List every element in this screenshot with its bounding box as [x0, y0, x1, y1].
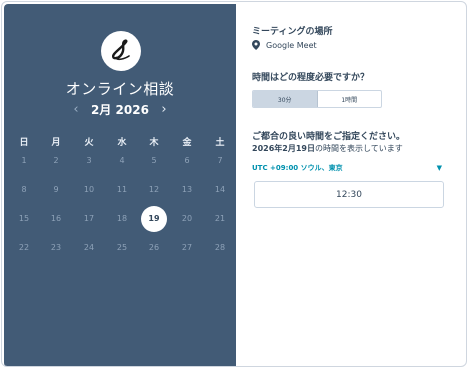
calendar-day: 7	[217, 156, 223, 165]
weekday-label: 月	[51, 138, 61, 148]
weekday-label: 水	[117, 138, 127, 148]
booking-details-panel: ミーティングの場所 Google Meet 時間はどの程度必要ですか？ 30分 …	[236, 4, 466, 366]
calendar-day: 17	[83, 214, 95, 223]
duration-option-30min[interactable]: 30分	[253, 91, 318, 107]
selected-date-suffix: の時間を表示しています	[314, 144, 403, 153]
meeting-scheduler: オンライン相談 ‹ 2月 2026 › 日月火水木金土 1 2 3 4 5 6 7 8 9 10 1…	[1, 1, 467, 367]
current-month-label: 2月 2026	[91, 102, 149, 117]
avatar	[101, 31, 141, 71]
calendar-day: 13	[181, 185, 193, 194]
time-slot-button[interactable]: 12:30	[254, 181, 444, 208]
calendar-day-selected[interactable]: 19	[141, 206, 167, 232]
signature-logo-icon	[112, 39, 130, 61]
selected-date: 2026年2月19日	[252, 144, 315, 153]
calendar-day: 22	[18, 243, 30, 252]
calendar-day: 3	[86, 156, 92, 165]
calendar-day: 20	[181, 214, 193, 223]
location-value: Google Meet	[266, 40, 317, 50]
calendar-panel: オンライン相談 ‹ 2月 2026 › 日月火水木金土 1 2 3 4 5 6 7 8 9 10 1…	[4, 4, 236, 366]
weekday-label: 日	[19, 138, 29, 148]
caret-down-icon: ▼	[436, 164, 442, 172]
calendar-day: 26	[148, 243, 160, 252]
calendar-day: 10	[83, 185, 95, 194]
calendar-day: 24	[83, 243, 95, 252]
calendar-day: 16	[50, 214, 62, 223]
calendar-day: 28	[214, 243, 226, 252]
weekday-label: 土	[215, 138, 225, 148]
calendar-day: 6	[184, 156, 190, 165]
duration-toggle: 30分 1時間	[252, 90, 382, 108]
calendar-day: 14	[214, 185, 226, 194]
calendar-day: 4	[119, 156, 125, 165]
calendar-day: 25	[116, 243, 128, 252]
weekday-label: 火	[84, 138, 94, 148]
weekday-label: 木	[149, 138, 159, 148]
calendar-day: 18	[116, 214, 128, 223]
prev-month-button[interactable]: ‹	[71, 102, 81, 117]
calendar-day: 8	[21, 185, 27, 194]
duration-option-1hour[interactable]: 1時間	[318, 91, 382, 107]
location-heading: ミーティングの場所	[252, 27, 333, 37]
calendar-day: 15	[18, 214, 30, 223]
calendar-day: 1	[21, 156, 27, 165]
location-row: Google Meet	[252, 40, 317, 50]
duration-heading: 時間はどの程度必要ですか？	[252, 73, 370, 83]
timezone-value: UTC +09:00 ソウル、東京	[252, 164, 343, 172]
next-month-button[interactable]: ›	[159, 102, 169, 117]
calendar-day: 23	[50, 243, 62, 252]
calendar-day: 12	[148, 185, 160, 194]
calendar-day: 2	[53, 156, 59, 165]
weekday-label: 金	[182, 138, 192, 148]
map-pin-icon	[252, 40, 260, 50]
calendar-day: 5	[151, 156, 157, 165]
selected-date-info: 2026年2月19日の時間を表示しています	[252, 143, 403, 154]
month-navigation: ‹ 2月 2026 ›	[4, 100, 236, 118]
calendar-day: 9	[53, 185, 59, 194]
calendar-day: 21	[214, 214, 226, 223]
time-heading: ご都合の良い時間をご指定ください。	[252, 132, 406, 142]
timezone-dropdown[interactable]: UTC +09:00 ソウル、東京 ▼	[252, 161, 442, 175]
meeting-title: オンライン相談	[65, 80, 175, 98]
calendar-day: 27	[181, 243, 193, 252]
calendar-day: 11	[116, 185, 128, 194]
